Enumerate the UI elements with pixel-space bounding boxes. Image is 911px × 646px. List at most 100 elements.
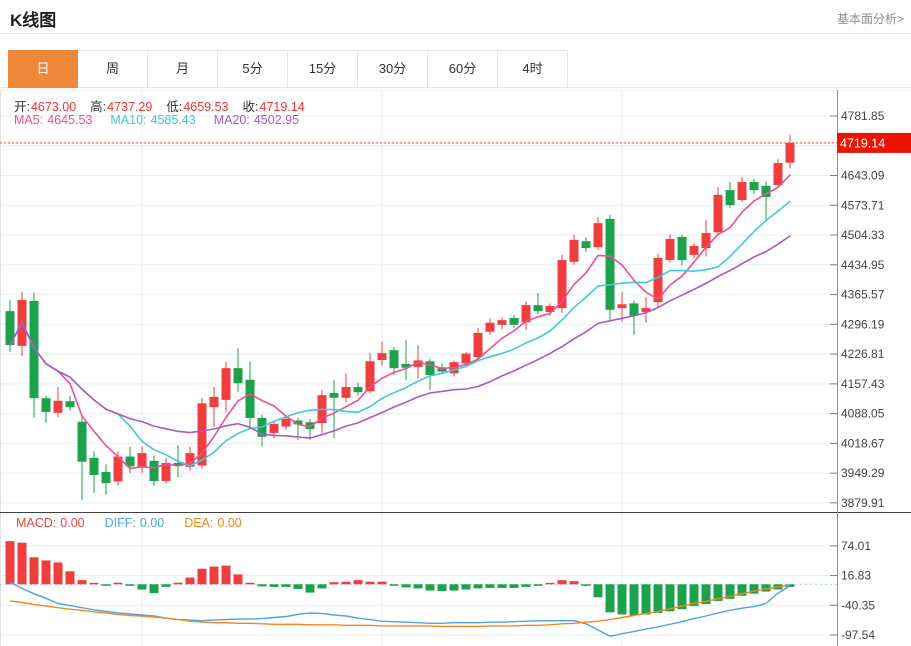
candle-body	[581, 241, 591, 249]
macd-bar	[389, 584, 399, 586]
candle-body	[77, 421, 87, 462]
diff-label: DIFF:	[104, 516, 136, 530]
page-title: K线图	[10, 11, 57, 30]
macd-axis-label: -97.54	[841, 628, 875, 642]
macd-bar	[173, 582, 183, 585]
macd-bar	[617, 584, 627, 615]
macd-bar	[653, 584, 663, 613]
candle-body	[425, 361, 435, 376]
ma5-line	[9, 174, 791, 470]
macd-bar	[473, 584, 483, 589]
macd-bar	[557, 580, 567, 585]
dea-value: 0.00	[217, 516, 242, 530]
candle-body	[617, 304, 627, 309]
macd-bar	[341, 581, 351, 585]
candle-body	[245, 379, 255, 418]
price-axis-label: 4088.05	[841, 407, 885, 421]
candle-body	[137, 453, 147, 467]
price-axis-label: 4226.81	[841, 347, 885, 361]
macd-bar	[317, 584, 327, 589]
price-axis-label: 4643.09	[841, 169, 885, 183]
macd-bar	[17, 542, 27, 585]
macd-bar	[509, 584, 519, 588]
ma20-label: MA20:	[213, 113, 250, 127]
high-value: 4737.29	[107, 100, 153, 114]
tab-30min[interactable]: 30分	[358, 50, 428, 88]
price-axis-label: 4157.43	[841, 377, 885, 391]
candle-body	[377, 353, 387, 361]
candle-body	[665, 239, 675, 261]
macd-bar	[545, 582, 555, 585]
candle-body	[713, 194, 723, 233]
macd-bar	[293, 584, 303, 589]
macd-label: MACD:	[16, 516, 57, 530]
macd-bar	[569, 581, 579, 585]
high-label: 高:	[90, 100, 107, 114]
macd-bar	[137, 584, 147, 590]
macd-bar	[29, 557, 39, 585]
candle-body	[701, 233, 711, 249]
candle-body	[773, 163, 783, 185]
candle-body	[353, 387, 363, 393]
low-label: 低:	[166, 100, 183, 114]
macd-bar	[65, 571, 75, 585]
macd-bar	[461, 584, 471, 590]
candle-body	[149, 460, 159, 481]
macd-bar	[401, 584, 411, 588]
candle-body	[341, 387, 351, 398]
ma-info: MA5: 4645.53 MA10: 4585.43 MA20: 4502.95	[14, 113, 303, 127]
macd-bar	[41, 560, 51, 585]
macd-bar	[593, 584, 603, 598]
macd-bar	[185, 577, 195, 585]
macd-bar	[425, 584, 435, 591]
ma20-line	[9, 235, 791, 439]
price-axis-label: 4504.33	[841, 228, 885, 242]
widget-header: K线图 基本面分析>	[0, 0, 911, 34]
candle-body	[629, 303, 639, 316]
macd-bar	[125, 584, 135, 586]
tab-month[interactable]: 月	[148, 50, 218, 88]
macd-bar	[269, 584, 279, 587]
fundamental-analysis-link[interactable]: 基本面分析>	[837, 10, 904, 27]
candle-body	[785, 142, 795, 163]
macd-bar	[101, 584, 111, 586]
tab-4hour[interactable]: 4时	[498, 50, 568, 88]
close-label: 收:	[242, 100, 259, 114]
macd-bar	[365, 581, 375, 585]
price-axis-label: 4781.85	[841, 109, 885, 123]
macd-bar	[149, 584, 159, 594]
tab-5min[interactable]: 5分	[218, 50, 288, 88]
candle-body	[749, 181, 759, 191]
macd-axis-label: 74.01	[841, 539, 871, 553]
price-axis-label: 3879.91	[841, 496, 885, 510]
macd-bar	[209, 566, 219, 585]
macd-bar	[641, 584, 651, 615]
period-tabs: 日周月 5分 15分 30分 60分 4时	[8, 50, 568, 88]
candle-body	[233, 368, 243, 384]
macd-bar	[77, 580, 87, 585]
tab-15min[interactable]: 15分	[288, 50, 358, 88]
price-axis-label: 4365.57	[841, 288, 885, 302]
tab-day[interactable]: 日	[8, 50, 78, 88]
candle-body	[65, 401, 75, 408]
candle-body	[389, 350, 399, 369]
diff-value: 0.00	[139, 516, 165, 530]
ma10-value: 4585.43	[150, 113, 196, 127]
tab-week[interactable]: 周	[78, 50, 148, 88]
candle-body	[593, 223, 603, 248]
ma5-value: 4645.53	[47, 113, 93, 127]
current-price-tag-label: 4719.14	[840, 136, 885, 150]
macd-bar	[245, 582, 255, 585]
ma20-value: 4502.95	[253, 113, 300, 127]
macd-bar	[581, 584, 591, 586]
macd-bar	[665, 584, 675, 612]
candle-body	[689, 245, 699, 255]
macd-bar	[377, 581, 387, 585]
candle-body	[605, 218, 615, 310]
macd-bar	[257, 584, 267, 587]
price-axis-label: 4018.67	[841, 436, 885, 450]
tab-60min[interactable]: 60分	[428, 50, 498, 88]
candle-body	[533, 305, 543, 312]
macd-bar	[161, 584, 171, 587]
candle-body	[101, 471, 111, 484]
